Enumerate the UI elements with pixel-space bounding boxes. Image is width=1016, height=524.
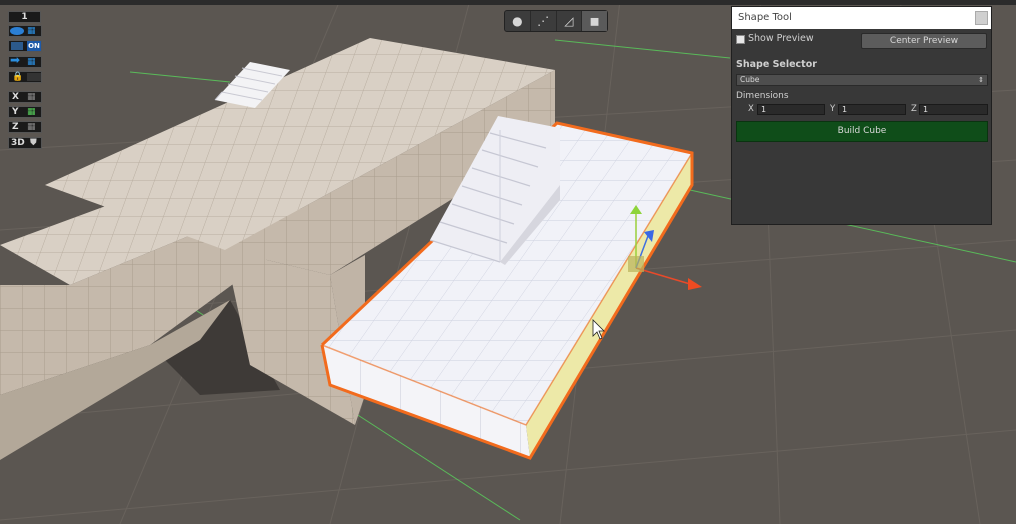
snap-square-icon (11, 42, 23, 50)
shape-selector-heading: Shape Selector (736, 59, 817, 70)
edge-mode-button[interactable]: ◿ (557, 11, 583, 31)
editor-top-edge (0, 0, 1016, 5)
show-preview-label: Show Preview (748, 33, 814, 44)
axis-x-label: X (12, 92, 19, 102)
axis-x-grid-toggle[interactable]: X ▦ (8, 91, 42, 103)
snap-on-label: ON (27, 41, 41, 51)
push-to-grid-button[interactable]: ➡ ▦ (8, 53, 42, 68)
lock-toggle[interactable]: 🔒 (8, 71, 42, 83)
axis-y-label: Y (12, 107, 19, 117)
arrow-right-icon: ➡ (10, 53, 21, 67)
center-preview-button[interactable]: Center Preview (861, 33, 987, 49)
dimensions-label: Dimensions (736, 91, 789, 101)
dim-z-field[interactable]: 1 (919, 104, 988, 115)
lock-icon: 🔒 (12, 72, 24, 82)
close-icon[interactable] (975, 11, 988, 25)
selection-mode-toolbar: ● ⋰ ◿ ◼ (504, 10, 608, 32)
dim-x-label: X (748, 104, 754, 114)
sphere-icon: ● (512, 14, 523, 28)
axis-z-grid-toggle[interactable]: Z ▦ (8, 121, 42, 133)
layer-number: 1 (21, 12, 28, 22)
dim-z-label: Z (911, 104, 917, 114)
object-mode-button[interactable]: ● (505, 11, 531, 31)
shield-icon: ⛊ (30, 138, 37, 148)
panel-title: Shape Tool (732, 7, 991, 29)
dim-y-field[interactable]: 1 (838, 104, 906, 115)
layer-indicator[interactable]: 1 (8, 11, 41, 23)
view-mode-toggle[interactable]: 3D ⛊ (8, 137, 42, 149)
dim-y-label: Y (830, 104, 836, 114)
dropdown-arrow-icon: ⇕ (978, 76, 984, 84)
snap-toggle[interactable]: ON (8, 40, 42, 52)
grid-icon: ▦ (27, 92, 36, 102)
shape-dropdown-value: Cube (740, 75, 760, 84)
view-mode-label: 3D (11, 138, 25, 148)
shape-tool-panel: Shape Tool Show Preview Center Preview S… (731, 6, 992, 225)
grid-icon: ▦ (27, 107, 36, 117)
shape-dropdown[interactable]: Cube ⇕ (736, 74, 988, 86)
show-preview-checkbox[interactable] (736, 35, 745, 44)
axis-y-grid-toggle[interactable]: Y ▦ (8, 106, 42, 118)
axis-z-label: Z (12, 122, 19, 132)
vertex-mode-button[interactable]: ⋰ (531, 11, 557, 31)
grid-icon: ▦ (27, 26, 36, 36)
panel-title-text: Shape Tool (738, 12, 792, 23)
eye-icon (10, 27, 24, 35)
build-cube-button[interactable]: Build Cube (736, 121, 988, 142)
vertex-icon: ⋰ (537, 14, 550, 28)
face-icon: ◼ (589, 14, 600, 28)
lock-state-box (27, 73, 41, 81)
grid-icon: ▦ (27, 122, 36, 132)
face-mode-button[interactable]: ◼ (582, 11, 607, 31)
edge-icon: ◿ (564, 14, 574, 28)
dim-x-field[interactable]: 1 (757, 104, 825, 115)
grid-icon: ▦ (27, 57, 36, 67)
grid-visibility-toggle[interactable]: ▦ (8, 25, 42, 37)
